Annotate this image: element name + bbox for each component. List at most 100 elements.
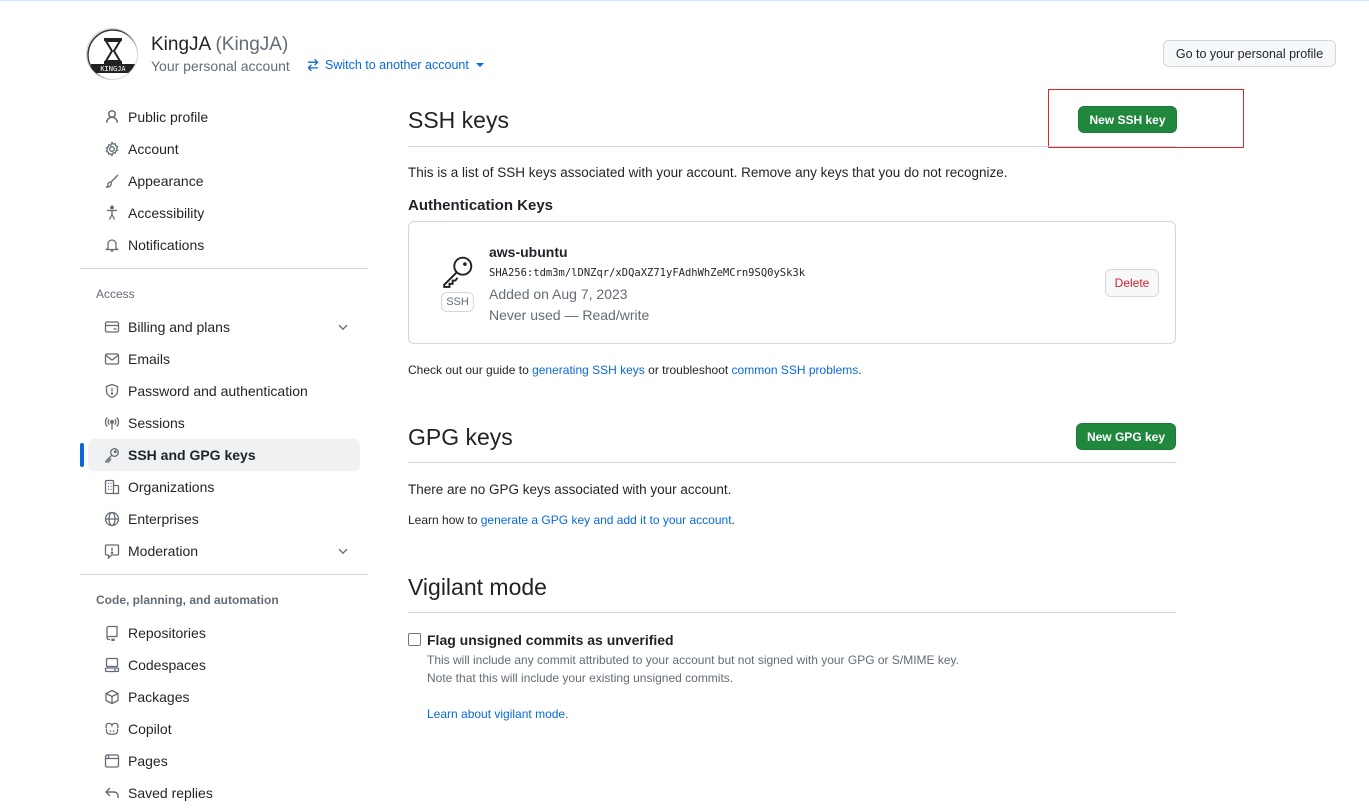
delete-key-button[interactable]: Delete <box>1105 269 1159 297</box>
sidebar-item-label: Password and authentication <box>128 383 308 399</box>
gpg-learn-text: Learn how to generate a GPG key and add … <box>408 513 735 527</box>
sidebar-heading-code: Code, planning, and automation <box>96 593 279 607</box>
gpg-empty-text: There are no GPG keys associated with yo… <box>408 482 732 497</box>
vigilant-mode-title: Vigilant mode <box>408 574 547 600</box>
sidebar-item-ssh-gpg-keys[interactable]: SSH and GPG keys <box>80 439 360 471</box>
account-name: KingJA (KingJA) <box>151 34 288 56</box>
key-title: aws-ubuntu <box>489 244 568 260</box>
sidebar-item-label: Enterprises <box>128 511 199 527</box>
auth-keys-heading: Authentication Keys <box>408 197 554 214</box>
globe-icon <box>104 511 120 527</box>
sidebar-item-label: Pages <box>128 753 168 769</box>
ssh-keys-title: SSH keys <box>408 107 509 133</box>
key-icon <box>443 256 473 288</box>
chevron-down-icon[interactable] <box>336 544 350 558</box>
caret-down-icon <box>475 63 484 67</box>
repo-icon <box>104 625 120 641</box>
generate-gpg-key-link[interactable]: generate a GPG key and add it to your ac… <box>481 513 732 527</box>
sidebar-item-packages[interactable]: Packages <box>88 681 360 713</box>
guide-middle: or troubleshoot <box>644 363 732 377</box>
reply-icon <box>104 785 120 801</box>
sidebar-item-copilot[interactable]: Copilot <box>88 713 360 745</box>
ssh-guide-text: Check out our guide to generating SSH ke… <box>408 363 862 377</box>
package-icon <box>104 689 120 705</box>
copilot-icon <box>104 721 120 737</box>
ssh-key-item: SSH aws-ubuntu SHA256:tdm3m/lDNZqr/xDQaX… <box>408 221 1176 344</box>
mail-icon <box>104 351 120 367</box>
highlight-annotation <box>1048 89 1244 148</box>
sidebar-item-sessions[interactable]: Sessions <box>88 407 360 439</box>
switch-account-link[interactable]: Switch to another account <box>306 58 484 72</box>
sidebar-item-label: Repositories <box>128 625 206 641</box>
vigilant-desc-2: Note that this will include your existin… <box>427 671 734 685</box>
settings-sidebar: Public profile Account Appearance Access… <box>80 101 368 809</box>
sidebar-item-codespaces[interactable]: Codespaces <box>88 649 360 681</box>
sidebar-item-account[interactable]: Account <box>88 133 360 165</box>
report-icon <box>104 543 120 559</box>
sidebar-item-repositories[interactable]: Repositories <box>88 617 360 649</box>
sidebar-item-emails[interactable]: Emails <box>88 343 360 375</box>
sidebar-item-label: Organizations <box>128 479 215 495</box>
sidebar-item-moderation[interactable]: Moderation <box>88 535 360 567</box>
avatar[interactable]: KINGJA <box>86 28 138 80</box>
ssh-description: This is a list of SSH keys associated wi… <box>408 165 1008 180</box>
vigilant-desc-1: This will include any commit attributed … <box>427 653 960 667</box>
person-icon <box>104 109 120 125</box>
sidebar-item-saved-replies[interactable]: Saved replies <box>88 777 360 809</box>
gpg-keys-title: GPG keys <box>408 424 513 450</box>
key-fingerprint: SHA256:tdm3m/lDNZqr/xDQaXZ71yFAdhWhZeMCr… <box>489 267 806 279</box>
learn-prefix: Learn how to <box>408 513 481 527</box>
learn-suffix: . <box>731 513 735 527</box>
sidebar-item-label: Codespaces <box>128 657 206 673</box>
display-name: KingJA <box>151 34 211 55</box>
svg-text:KINGJA: KINGJA <box>100 65 126 73</box>
common-ssh-problems-link[interactable]: common SSH problems <box>732 363 859 377</box>
sidebar-item-notifications[interactable]: Notifications <box>88 229 360 261</box>
sidebar-item-password[interactable]: Password and authentication <box>88 375 360 407</box>
gear-icon <box>104 141 120 157</box>
sidebar-item-public-profile[interactable]: Public profile <box>88 101 360 133</box>
account-subtitle: Your personal account <box>151 58 290 74</box>
sidebar-item-accessibility[interactable]: Accessibility <box>88 197 360 229</box>
sidebar-heading-access: Access <box>96 287 135 301</box>
vigilant-mode-checkbox[interactable] <box>408 633 421 646</box>
sidebar-divider <box>80 574 368 575</box>
sidebar-item-organizations[interactable]: Organizations <box>88 471 360 503</box>
broadcast-icon <box>104 415 120 431</box>
sidebar-item-label: Copilot <box>128 721 172 737</box>
sidebar-item-label: Emails <box>128 351 171 367</box>
sidebar-item-label: Moderation <box>128 543 199 559</box>
sidebar-item-enterprises[interactable]: Enterprises <box>88 503 360 535</box>
vigilant-learn-text: Learn about vigilant mode. <box>427 707 568 721</box>
sidebar-item-pages[interactable]: Pages <box>88 745 360 777</box>
sidebar-item-label: Packages <box>128 689 190 705</box>
new-gpg-key-button[interactable]: New GPG key <box>1076 423 1176 450</box>
sidebar-item-billing[interactable]: Billing and plans <box>88 311 360 343</box>
codespaces-icon <box>104 657 120 673</box>
section-rule <box>408 146 1176 147</box>
bell-icon <box>104 237 120 253</box>
sidebar-item-label: Billing and plans <box>128 319 230 335</box>
login-name: (KingJA) <box>215 34 289 55</box>
sidebar-item-label: Sessions <box>128 415 185 431</box>
sidebar-divider <box>80 268 368 269</box>
arrow-switch-icon <box>307 58 319 72</box>
sidebar-item-appearance[interactable]: Appearance <box>88 165 360 197</box>
top-border <box>0 0 1369 1</box>
vigilant-mode-link[interactable]: Learn about vigilant mode <box>427 707 565 721</box>
accessibility-icon <box>104 205 120 221</box>
generating-ssh-keys-link[interactable]: generating SSH keys <box>532 363 645 377</box>
ssh-badge: SSH <box>441 292 474 312</box>
guide-prefix: Check out our guide to <box>408 363 533 377</box>
sidebar-item-label: Accessibility <box>128 205 205 221</box>
paintbrush-icon <box>104 173 120 189</box>
organization-icon <box>104 479 120 495</box>
sidebar-item-label: Saved replies <box>128 785 213 801</box>
section-rule <box>408 612 1176 613</box>
personal-profile-button[interactable]: Go to your personal profile <box>1163 40 1336 67</box>
sidebar-item-label: Notifications <box>128 237 205 253</box>
shield-icon <box>104 383 120 399</box>
vigilant-mode-label[interactable]: Flag unsigned commits as unverified <box>427 632 674 648</box>
chevron-down-icon[interactable] <box>336 320 350 334</box>
sidebar-item-label: Public profile <box>128 109 209 125</box>
